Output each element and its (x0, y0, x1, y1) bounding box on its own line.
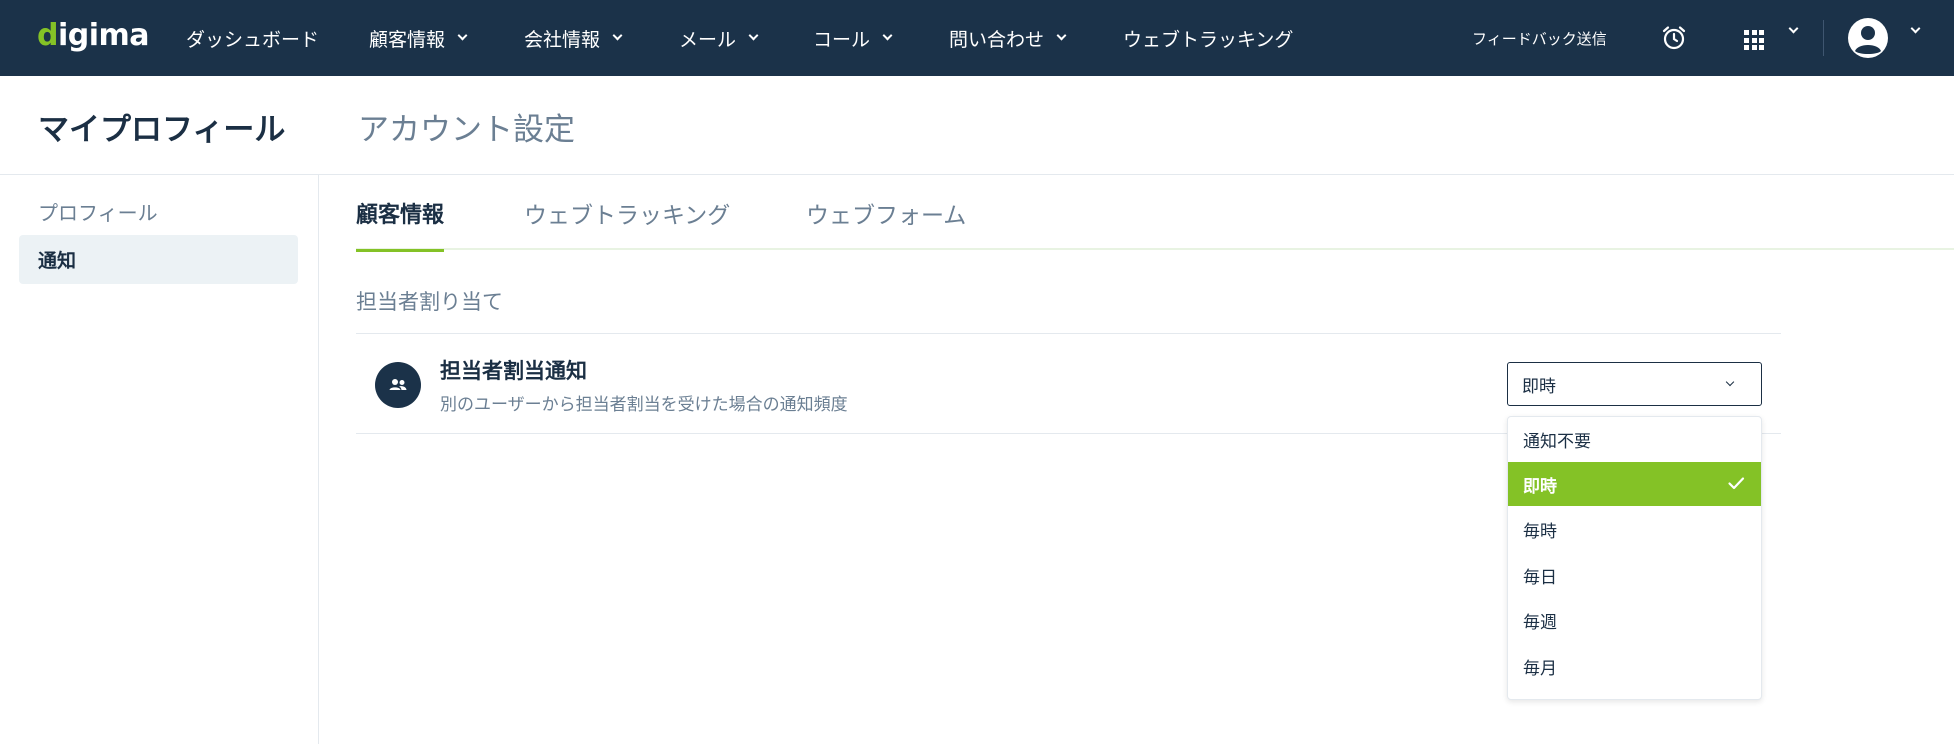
feedback-link[interactable]: フィードバック送信 (1472, 0, 1607, 76)
sidebar-item-label: 通知 (38, 250, 77, 272)
check-icon (1728, 477, 1745, 490)
dropdown-option-daily[interactable]: 毎日 (1508, 553, 1761, 597)
nav-item-label: コール (813, 28, 871, 51)
tab-customers[interactable]: 顧客情報 (356, 175, 445, 252)
option-label: 毎時 (1523, 521, 1557, 542)
chevron-down-icon (612, 30, 623, 41)
option-label: 即時 (1523, 476, 1557, 497)
section-title: 担当者割り当て (356, 290, 503, 314)
nav-item-label: ダッシュボード (186, 28, 320, 51)
option-label: 毎月 (1523, 658, 1557, 679)
frequency-dropdown-menu: 通知不要 即時 毎時 毎日 毎週 毎月 (1507, 416, 1762, 700)
nav-item-companies[interactable]: 会社情報 (524, 0, 623, 76)
dropdown-option-weekly[interactable]: 毎週 (1508, 598, 1761, 642)
setting-description: 別のユーザーから担当者割当を受けた場合の通知頻度 (440, 395, 848, 415)
nav-item-label: メール (679, 28, 737, 51)
tab-web-tracking[interactable]: ウェブトラッキング (524, 175, 730, 250)
nav-divider (1823, 20, 1824, 56)
account-settings-link[interactable]: アカウント設定 (358, 104, 575, 149)
option-label: 毎日 (1523, 567, 1557, 588)
dropdown-option-immediate[interactable]: 即時 (1508, 462, 1761, 506)
chevron-down-icon[interactable] (1910, 23, 1921, 34)
nav-item-call[interactable]: コール (813, 0, 893, 76)
frequency-select[interactable]: 即時 (1507, 362, 1762, 406)
dropdown-option-monthly[interactable]: 毎月 (1508, 644, 1761, 688)
chevron-down-icon (882, 30, 893, 41)
sidebar-item-notifications[interactable]: 通知 (19, 235, 298, 284)
nav-item-label: ウェブトラッキング (1123, 28, 1294, 51)
chevron-down-icon[interactable] (1788, 23, 1799, 34)
alarm-clock-icon[interactable] (1660, 24, 1688, 52)
nav-item-inquiries[interactable]: 問い合わせ (949, 0, 1067, 76)
people-icon (375, 362, 421, 408)
selected-value: 即時 (1522, 376, 1556, 397)
dropdown-option-none[interactable]: 通知不要 (1508, 417, 1761, 461)
sidebar-item-label: プロフィール (38, 201, 158, 225)
page-title: マイプロフィール (38, 112, 286, 148)
top-nav-bar: digima ダッシュボード 顧客情報 会社情報 メール コール 問い合わせ ウ… (0, 0, 1954, 76)
tab-web-form[interactable]: ウェブフォーム (806, 175, 966, 250)
setting-title: 担当者割当通知 (440, 359, 587, 383)
chevron-down-icon (457, 30, 468, 41)
tab-bar: 顧客情報 ウェブトラッキング ウェブフォーム (356, 175, 1954, 252)
nav-item-customers[interactable]: 顧客情報 (369, 0, 468, 76)
chevron-down-icon (1725, 377, 1735, 387)
chevron-down-icon (1056, 30, 1067, 41)
nav-item-label: 顧客情報 (369, 28, 446, 51)
sidebar-item-profile[interactable]: プロフィール (19, 187, 298, 236)
nav-item-label: 会社情報 (524, 28, 601, 51)
digima-logo[interactable]: digima (37, 18, 150, 53)
option-label: 通知不要 (1523, 431, 1591, 452)
nav-item-dashboard[interactable]: ダッシュボード (186, 0, 319, 76)
nav-item-web-tracking[interactable]: ウェブトラッキング (1123, 0, 1293, 76)
chevron-down-icon (748, 30, 759, 41)
nav-item-mail[interactable]: メール (679, 0, 759, 76)
nav-item-label: 問い合わせ (949, 28, 1045, 51)
user-avatar-icon[interactable] (1848, 18, 1888, 58)
page-header: マイプロフィール アカウント設定 (0, 76, 1954, 175)
sidebar: プロフィール 通知 (0, 175, 319, 744)
dropdown-option-hourly[interactable]: 毎時 (1508, 507, 1761, 551)
apps-grid-icon[interactable] (1744, 30, 1764, 50)
option-label: 毎週 (1523, 612, 1557, 633)
